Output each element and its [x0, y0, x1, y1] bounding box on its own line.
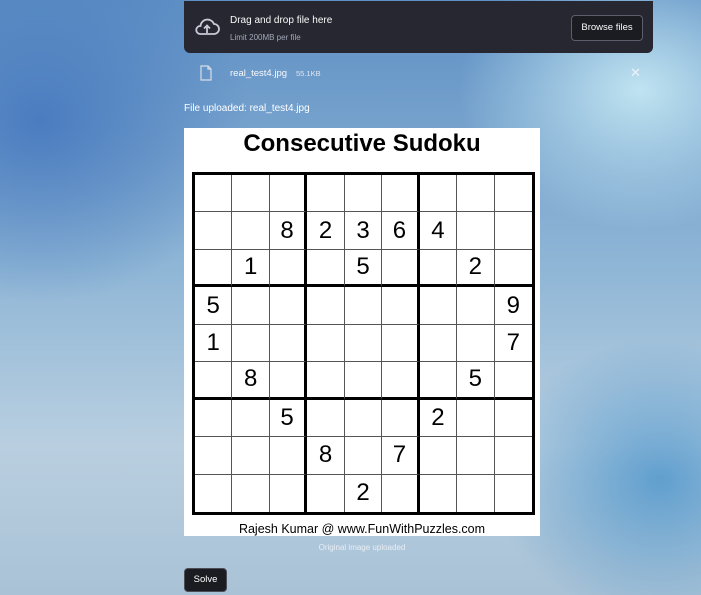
- sudoku-cell: 2: [419, 399, 458, 438]
- sudoku-cell: [269, 287, 308, 325]
- sudoku-cell: 1: [195, 324, 233, 363]
- sudoku-cell: [494, 250, 532, 288]
- sudoku-cell: 8: [269, 212, 308, 250]
- sudoku-cell: [307, 362, 345, 400]
- sudoku-cell: [195, 249, 233, 288]
- sudoku-cell: [419, 362, 458, 400]
- sudoku-cell: [232, 324, 270, 363]
- sudoku-cell: 7: [382, 437, 420, 475]
- sudoku-cell: [420, 474, 458, 512]
- sudoku-cell: [457, 324, 495, 363]
- uploaded-file-row: real_test4.jpg 55.1KB ✕: [184, 62, 653, 84]
- sudoku-cell: [344, 287, 383, 325]
- sudoku-cell: [307, 474, 345, 512]
- sudoku-cell: 6: [382, 212, 420, 250]
- sudoku-cell: 5: [269, 399, 308, 438]
- solve-button[interactable]: Solve: [184, 568, 227, 592]
- sudoku-cell: [495, 475, 532, 512]
- sudoku-cell: [494, 362, 532, 400]
- sudoku-cell: [232, 437, 270, 475]
- sudoku-cell: [344, 175, 383, 213]
- sudoku-cell: [307, 324, 345, 363]
- sudoku-cell: [195, 362, 233, 400]
- sudoku-cell: [494, 212, 532, 250]
- sudoku-cell: [195, 175, 233, 213]
- close-icon[interactable]: ✕: [630, 65, 641, 81]
- sudoku-cell: [344, 324, 383, 363]
- sudoku-cell: [494, 437, 532, 475]
- cloud-upload-icon: [195, 18, 220, 35]
- sudoku-cell: [232, 175, 270, 213]
- sudoku-cell: [457, 399, 495, 438]
- sudoku-cell: [457, 474, 495, 512]
- sudoku-cell: 5: [457, 362, 495, 400]
- uploaded-puzzle-image: Consecutive Sudoku 8236415259178552872 R…: [184, 128, 540, 536]
- sudoku-cell: [307, 175, 345, 213]
- dropzone-limit: Limit 200MB per file: [230, 33, 301, 42]
- puzzle-credit: Rajesh Kumar @ www.FunWithPuzzles.com: [238, 522, 486, 536]
- sudoku-cell: [382, 474, 420, 512]
- sudoku-cell: 2: [307, 212, 345, 250]
- puzzle-title: Consecutive Sudoku: [243, 130, 481, 157]
- upload-status-text: File uploaded: real_test4.jpg: [184, 103, 310, 114]
- sudoku-cell: 5: [344, 249, 383, 288]
- sudoku-cell: [307, 249, 345, 288]
- sudoku-cell: [494, 400, 532, 438]
- browse-files-button[interactable]: Browse files: [571, 15, 643, 41]
- sudoku-cell: [195, 399, 233, 438]
- sudoku-cell: [382, 324, 420, 363]
- sudoku-cell: 2: [457, 249, 495, 288]
- sudoku-cell: [232, 287, 270, 325]
- sudoku-cell: 2: [345, 474, 383, 512]
- file-dropzone[interactable]: Drag and drop file here Limit 200MB per …: [184, 1, 653, 53]
- sudoku-cell: [344, 399, 383, 438]
- sudoku-cell: [269, 324, 308, 363]
- sudoku-cell: [344, 437, 383, 475]
- file-size: 55.1KB: [296, 69, 321, 78]
- sudoku-cell: [382, 362, 420, 400]
- sudoku-cell: 9: [494, 287, 532, 325]
- sudoku-cell: [419, 175, 458, 213]
- sudoku-cell: [344, 362, 383, 400]
- sudoku-cell: [382, 287, 420, 325]
- sudoku-cell: 4: [419, 212, 458, 250]
- sudoku-cell: 8: [232, 362, 270, 400]
- dropzone-title: Drag and drop file here: [230, 15, 333, 26]
- sudoku-cell: [457, 287, 495, 325]
- sudoku-cell: [382, 175, 420, 213]
- sudoku-cell: [269, 249, 308, 288]
- sudoku-cell: [419, 437, 458, 475]
- sudoku-cell: [307, 399, 345, 438]
- sudoku-cell: 7: [494, 325, 532, 363]
- file-name: real_test4.jpg: [230, 68, 288, 79]
- sudoku-cell: 3: [344, 212, 383, 250]
- sudoku-cell: [270, 474, 308, 512]
- sudoku-cell: [269, 175, 308, 213]
- sudoku-cell: [195, 437, 233, 475]
- sudoku-cell: [382, 249, 420, 288]
- sudoku-cell: 8: [307, 437, 345, 475]
- sudoku-cell: [307, 287, 345, 325]
- sudoku-cell: [382, 399, 420, 438]
- sudoku-cell: 5: [195, 287, 233, 325]
- sudoku-cell: [269, 362, 308, 400]
- sudoku-cell: [457, 212, 495, 250]
- sudoku-cell: [269, 437, 308, 475]
- sudoku-cell: [457, 437, 495, 475]
- sudoku-cell: 1: [232, 249, 270, 288]
- file-icon: [200, 65, 212, 81]
- sudoku-cell: [195, 212, 233, 250]
- sudoku-cell: [195, 474, 233, 512]
- sudoku-cell: [232, 474, 270, 512]
- image-caption: Original image uploaded: [318, 543, 406, 552]
- sudoku-cell: [232, 399, 270, 438]
- sudoku-cell: [419, 249, 458, 288]
- sudoku-cell: [494, 175, 532, 213]
- sudoku-cell: [457, 175, 495, 213]
- sudoku-cell: [232, 212, 270, 250]
- sudoku-grid: 8236415259178552872: [192, 172, 535, 515]
- sudoku-cell: [419, 287, 458, 325]
- sudoku-cell: [419, 324, 458, 363]
